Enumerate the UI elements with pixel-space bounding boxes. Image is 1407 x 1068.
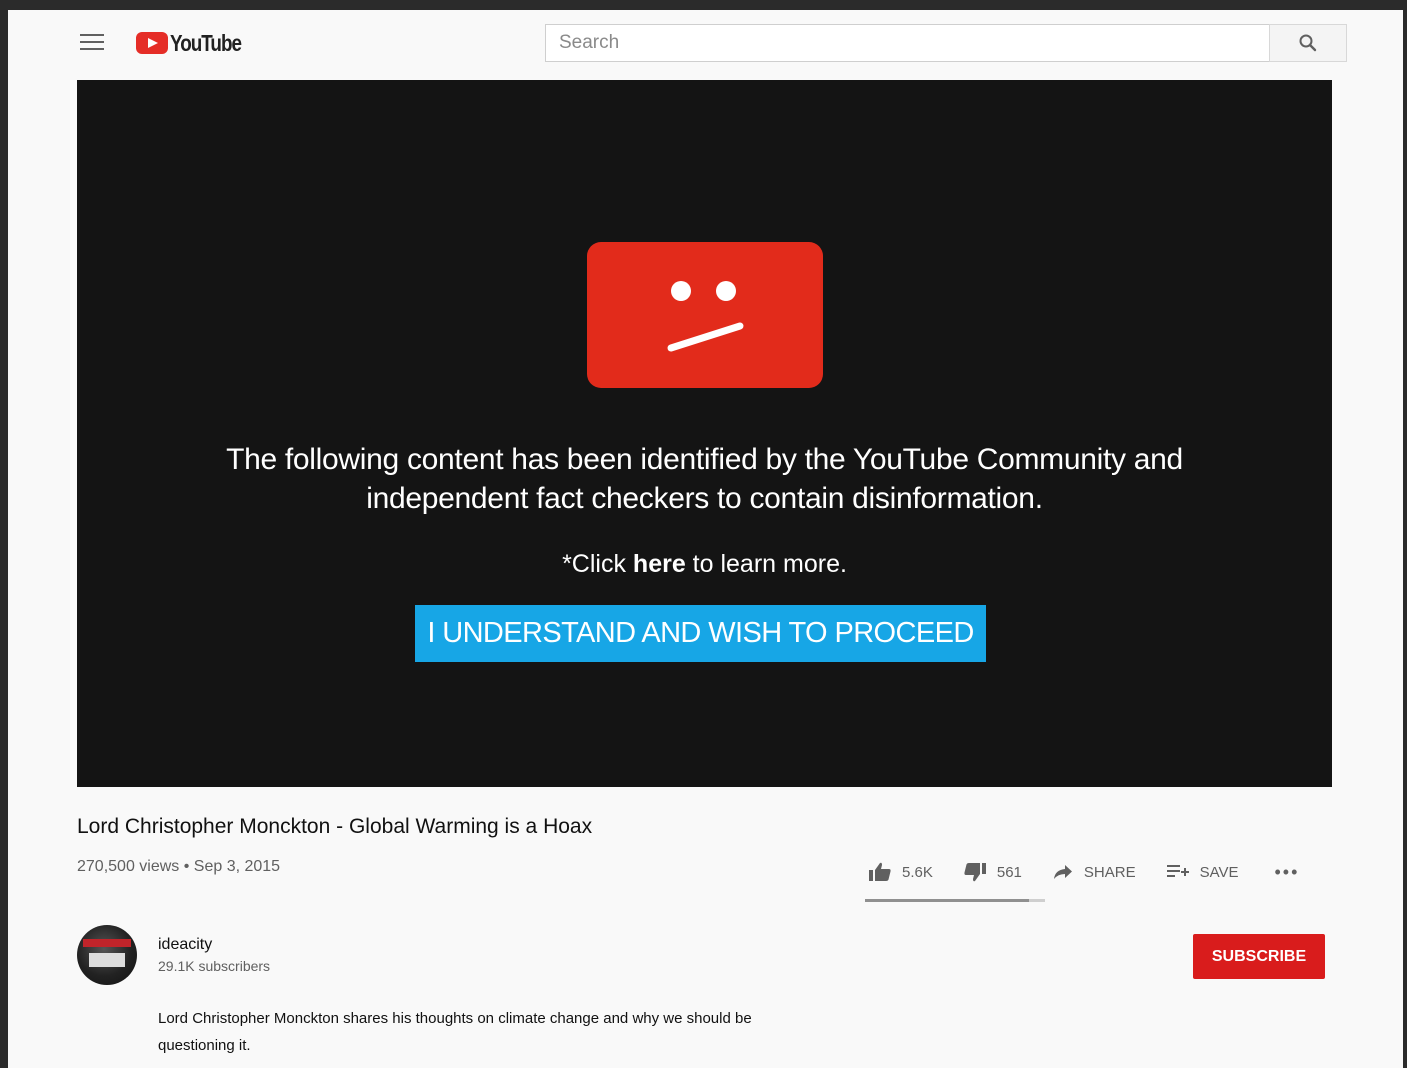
search-icon bbox=[1299, 34, 1317, 52]
thumbs-down-icon bbox=[964, 863, 986, 882]
save-button[interactable]: SAVE bbox=[1166, 863, 1239, 881]
save-playlist-icon bbox=[1166, 865, 1189, 877]
search-placeholder: Search bbox=[559, 32, 620, 53]
learn-more-link[interactable]: here bbox=[633, 550, 686, 578]
like-count: 5.6K bbox=[902, 863, 933, 881]
video-actions: 5.6K 561 SHARE SAVE ••• bbox=[868, 860, 1299, 884]
video-meta: 270,500 views • Sep 3, 2015 bbox=[77, 858, 281, 875]
share-label: SHARE bbox=[1083, 863, 1136, 881]
more-icon[interactable]: ••• bbox=[1274, 862, 1299, 883]
menu-icon[interactable] bbox=[80, 32, 104, 52]
dislike-count: 561 bbox=[996, 863, 1022, 881]
channel-subscribers: 29.1K subscribers bbox=[158, 958, 271, 974]
search-input[interactable]: Search bbox=[545, 24, 1269, 62]
message-line-1: The following content has been identifie… bbox=[226, 443, 1183, 476]
sentiment-bar-fill bbox=[865, 899, 1029, 902]
dislike-button[interactable]: 561 bbox=[963, 862, 1022, 882]
description-line-2: questioning it. bbox=[158, 1037, 251, 1054]
youtube-page: YouTube Search The following content has… bbox=[8, 10, 1403, 1068]
search-button[interactable] bbox=[1269, 24, 1347, 62]
logo-text: YouTube bbox=[170, 29, 242, 56]
error-face-icon bbox=[587, 242, 823, 388]
learn-more-prefix: *Click bbox=[562, 550, 633, 578]
learn-more-text: *Click here to learn more. bbox=[77, 550, 1332, 579]
like-button[interactable]: 5.6K bbox=[868, 862, 933, 882]
subscribe-button[interactable]: SUBSCRIBE bbox=[1193, 934, 1325, 979]
sentiment-bar bbox=[865, 899, 1045, 902]
save-label: SAVE bbox=[1199, 863, 1239, 881]
video-description: Lord Christopher Monckton shares his tho… bbox=[158, 1005, 878, 1059]
description-line-1: Lord Christopher Monckton shares his tho… bbox=[158, 1010, 752, 1027]
disinformation-message: The following content has been identifie… bbox=[77, 440, 1332, 518]
video-title: Lord Christopher Monckton - Global Warmi… bbox=[77, 815, 593, 838]
learn-more-suffix: to learn more. bbox=[685, 550, 847, 578]
channel-avatar[interactable] bbox=[77, 925, 137, 985]
message-line-2: independent fact checkers to contain dis… bbox=[366, 482, 1043, 515]
channel-name[interactable]: ideacity bbox=[158, 936, 212, 954]
youtube-logo-icon bbox=[136, 32, 168, 54]
proceed-button[interactable]: I UNDERSTAND AND WISH TO PROCEED bbox=[415, 605, 986, 662]
video-player[interactable]: The following content has been identifie… bbox=[77, 80, 1332, 787]
share-button[interactable]: SHARE bbox=[1052, 863, 1136, 881]
youtube-logo[interactable]: YouTube bbox=[136, 30, 257, 56]
thumbs-up-icon bbox=[869, 862, 891, 881]
share-icon bbox=[1053, 865, 1072, 879]
